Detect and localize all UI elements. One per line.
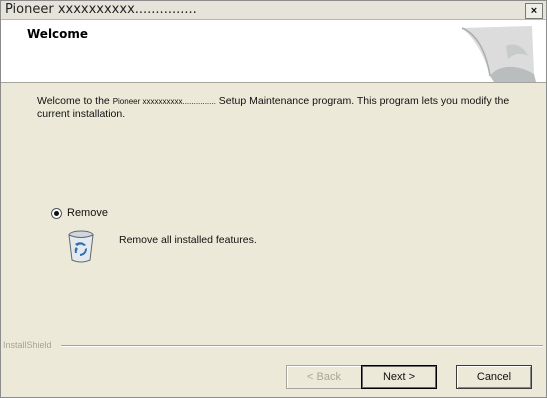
window-title: Pioneer xxxxxxxxxx............... [5, 2, 197, 17]
recycle-bin-icon [68, 230, 94, 263]
remove-description: Remove all installed features. [119, 234, 257, 246]
product-name: Pioneer xxxxxxxxxx............... [112, 97, 216, 106]
dialog-header: Welcome [1, 20, 546, 83]
close-button[interactable]: × [525, 3, 543, 19]
intro-prefix: Welcome to the [37, 95, 110, 107]
title-bar[interactable]: Pioneer xxxxxxxxxx............... × [1, 1, 546, 20]
radio-selected-icon[interactable] [51, 207, 62, 219]
footer-divider [61, 345, 543, 346]
close-icon: × [530, 5, 538, 17]
back-button[interactable]: < Back [286, 365, 362, 389]
installshield-graphic-icon [461, 26, 536, 82]
page-title: Welcome [27, 27, 89, 41]
installshield-brand: InstallShield [3, 340, 55, 350]
next-button[interactable]: Next > [361, 365, 437, 389]
cancel-button[interactable]: Cancel [456, 365, 532, 389]
remove-label: Remove [67, 207, 108, 219]
remove-radio-option[interactable]: Remove [51, 207, 108, 219]
installer-dialog: Pioneer xxxxxxxxxx............... × Welc… [0, 0, 547, 398]
welcome-message: Welcome to the Pioneer xxxxxxxxxx.......… [37, 95, 517, 121]
